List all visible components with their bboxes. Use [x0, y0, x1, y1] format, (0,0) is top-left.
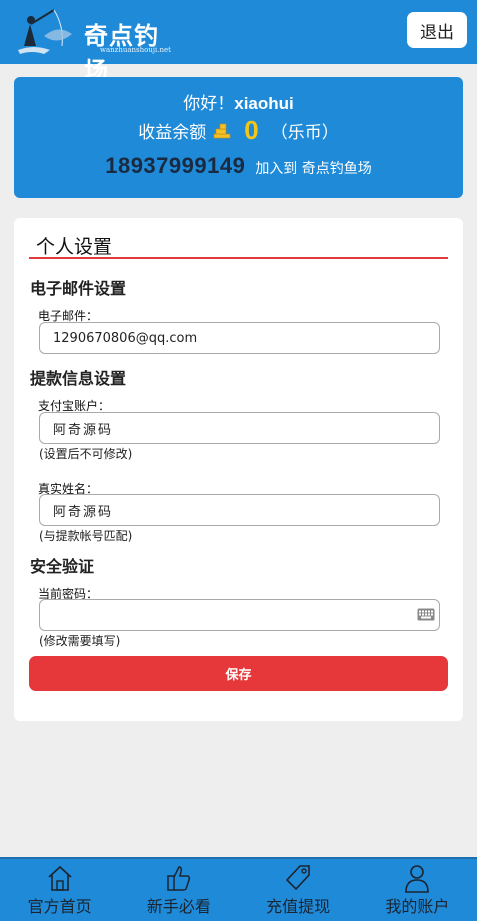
keyboard-icon[interactable]	[417, 608, 435, 621]
settings-panel: 个人设置 电子邮件设置 电子邮件： 1290670806@qq.com 提款信息…	[14, 218, 463, 721]
withdraw-section-heading: 提款信息设置	[30, 369, 127, 388]
logo-subtitle: wanzhuanshouji.net	[100, 46, 171, 54]
balance-unit: （乐币）	[270, 123, 339, 143]
nav-item-account[interactable]: 我的账户	[358, 859, 477, 921]
greeting: 你好！xiaohui	[14, 89, 463, 114]
username: xiaohui	[234, 94, 294, 113]
thumbs-up-icon	[167, 866, 190, 891]
phone-number: 18937999149	[105, 153, 246, 178]
balance-label: 收益余额	[138, 123, 207, 143]
home-icon	[48, 865, 72, 891]
nav-item-recharge[interactable]: 充值提现	[239, 859, 358, 921]
email-field[interactable]: 1290670806@qq.com	[39, 322, 440, 354]
save-button[interactable]: 保存	[29, 656, 448, 691]
angler-logo-icon	[18, 9, 72, 54]
top-bar: 奇点钓场 wanzhuanshouji.net 退出	[0, 0, 477, 85]
user-icon	[405, 865, 430, 893]
nav-item-guide[interactable]: 新手必看	[119, 859, 238, 921]
password-field[interactable]	[39, 599, 440, 631]
nav-label-home: 官方首页	[27, 897, 92, 916]
nav-label-guide: 新手必看	[146, 897, 211, 916]
balance-row: 收益余额 0 （乐币）	[14, 115, 463, 146]
alipay-account-field[interactable]: 阿奇源码	[39, 412, 440, 444]
realname-hint: (与提款帐号匹配)	[39, 529, 133, 543]
password-hint: (修改需要填写)	[39, 634, 121, 648]
account-info-card: 你好！xiaohui 收益余额 0 （乐币） 18937999149 加入到 奇…	[14, 77, 463, 198]
balance-value: 0	[244, 115, 259, 145]
alipay-hint: (设置后不可修改)	[39, 447, 133, 461]
nav-label-account: 我的账户	[385, 897, 450, 916]
panel-title: 个人设置	[36, 236, 113, 258]
security-section-heading: 安全验证	[30, 557, 95, 576]
coin-stack-icon	[213, 123, 231, 138]
nav-item-home[interactable]: 官方首页	[0, 859, 119, 921]
realname-field[interactable]: 阿奇源码	[39, 494, 440, 526]
logout-button[interactable]: 退出	[407, 12, 467, 48]
title-divider	[29, 257, 448, 259]
join-text: 加入到 奇点钓鱼场	[255, 161, 372, 177]
tag-icon	[286, 865, 310, 891]
greeting-prefix: 你好！	[183, 94, 235, 114]
bottom-nav: 官方首页 新手必看 充值提现 我的账户	[0, 857, 477, 921]
phone-row: 18937999149 加入到 奇点钓鱼场	[14, 153, 463, 179]
email-section-heading: 电子邮件设置	[30, 279, 127, 298]
nav-label-recharge: 充值提现	[266, 897, 331, 916]
logo: 奇点钓场 wanzhuanshouji.net	[14, 6, 171, 85]
